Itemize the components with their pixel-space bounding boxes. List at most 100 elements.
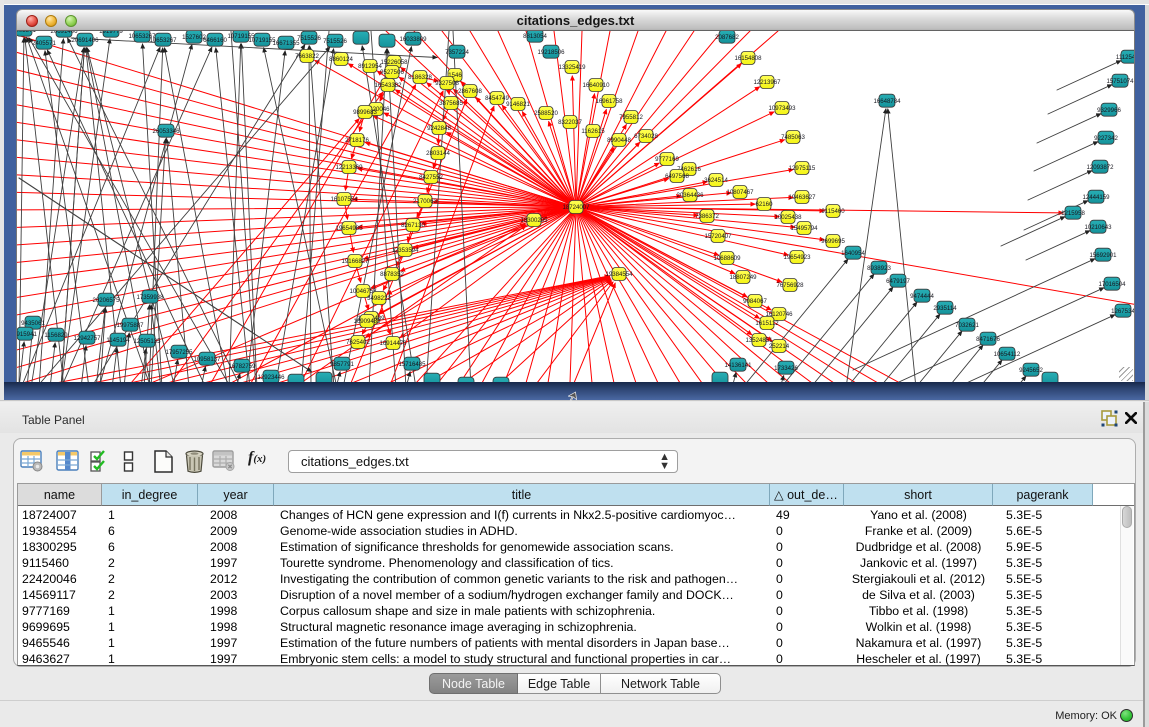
svg-text:9084067: 9084067 bbox=[743, 298, 767, 305]
svg-text:20206575: 20206575 bbox=[92, 297, 120, 304]
svg-text:10025438: 10025438 bbox=[774, 214, 802, 221]
svg-text:7955812: 7955812 bbox=[619, 114, 643, 121]
svg-text:16107554: 16107554 bbox=[330, 196, 358, 203]
svg-text:12505135: 12505135 bbox=[133, 338, 161, 345]
svg-text:19463627: 19463627 bbox=[788, 194, 816, 201]
svg-text:16671355: 16671355 bbox=[272, 40, 300, 47]
svg-text:12942757: 12942757 bbox=[73, 335, 101, 342]
svg-text:13325419: 13325419 bbox=[558, 64, 586, 71]
svg-text:19218506: 19218506 bbox=[537, 49, 565, 56]
svg-text:12093872: 12093872 bbox=[1086, 164, 1114, 171]
svg-text:16154808: 16154808 bbox=[734, 55, 762, 62]
svg-text:9474444: 9474444 bbox=[910, 293, 934, 300]
svg-text:9527506: 9527506 bbox=[380, 69, 404, 76]
svg-text:17016504: 17016504 bbox=[1098, 281, 1126, 288]
svg-text:19384554: 19384554 bbox=[605, 271, 633, 278]
svg-text:15716485: 15716485 bbox=[398, 361, 426, 368]
svg-text:3875685: 3875685 bbox=[439, 100, 463, 107]
svg-text:62160: 62160 bbox=[756, 201, 774, 208]
svg-text:20691406: 20691406 bbox=[50, 31, 78, 35]
svg-text:11125419: 11125419 bbox=[1116, 54, 1135, 61]
svg-text:16914479: 16914479 bbox=[379, 340, 407, 347]
svg-text:3624514: 3624514 bbox=[704, 177, 728, 184]
svg-text:8860124: 8860124 bbox=[329, 56, 353, 63]
svg-text:2405571: 2405571 bbox=[17, 31, 36, 34]
svg-text:19654985: 19654985 bbox=[335, 225, 363, 232]
svg-text:252214: 252214 bbox=[769, 343, 790, 350]
svg-text:6466160: 6466160 bbox=[203, 37, 227, 44]
svg-text:18807249: 18807249 bbox=[729, 274, 757, 281]
svg-text:7357224: 7357224 bbox=[445, 49, 469, 56]
svg-text:12444159: 12444159 bbox=[1082, 194, 1110, 201]
svg-text:9227342: 9227342 bbox=[1094, 135, 1118, 142]
svg-text:8186328: 8186328 bbox=[408, 74, 432, 81]
svg-text:2935114: 2935114 bbox=[933, 305, 957, 312]
svg-text:9245652: 9245652 bbox=[1019, 367, 1043, 374]
svg-text:19166827: 19166827 bbox=[341, 258, 369, 265]
svg-text:7515526: 7515526 bbox=[323, 38, 347, 45]
svg-text:10958137: 10958137 bbox=[193, 356, 221, 363]
svg-text:20364436: 20364436 bbox=[676, 192, 704, 199]
svg-text:8267130: 8267130 bbox=[401, 222, 425, 229]
svg-text:10973493: 10973493 bbox=[768, 105, 796, 112]
svg-text:8322037: 8322037 bbox=[558, 119, 582, 126]
svg-text:1615112: 1615112 bbox=[755, 320, 779, 327]
svg-text:2867608: 2867608 bbox=[458, 88, 482, 95]
svg-text:9115460: 9115460 bbox=[821, 208, 845, 215]
svg-text:76756928: 76756928 bbox=[776, 282, 804, 289]
svg-text:2170063: 2170063 bbox=[413, 198, 437, 205]
svg-text:16543382: 16543382 bbox=[374, 82, 402, 89]
svg-text:17359938: 17359938 bbox=[136, 294, 164, 301]
svg-text:7663822: 7663822 bbox=[295, 53, 319, 60]
svg-text:12923446: 12923446 bbox=[257, 374, 285, 381]
svg-text:1919779: 1919779 bbox=[99, 31, 123, 35]
svg-text:1162615: 1162615 bbox=[581, 128, 605, 135]
svg-text:15692901: 15692901 bbox=[1089, 252, 1117, 259]
svg-text:8471676: 8471676 bbox=[976, 336, 1000, 343]
svg-text:1145194: 1145194 bbox=[106, 337, 130, 344]
svg-text:16033809: 16033809 bbox=[399, 36, 427, 43]
svg-text:1156829: 1156829 bbox=[44, 332, 68, 339]
svg-text:15495794: 15495794 bbox=[790, 225, 818, 232]
svg-text:8813054: 8813054 bbox=[523, 33, 547, 40]
svg-text:19975887: 19975887 bbox=[116, 322, 144, 329]
svg-text:2588520: 2588520 bbox=[534, 110, 558, 117]
svg-text:8912954: 8912954 bbox=[358, 63, 382, 70]
svg-text:9242848: 9242848 bbox=[427, 125, 451, 132]
svg-text:6479197: 6479197 bbox=[886, 278, 910, 285]
svg-text:1640954: 1640954 bbox=[841, 250, 865, 257]
svg-text:10807467: 10807467 bbox=[726, 189, 754, 196]
svg-text:9435061: 9435061 bbox=[21, 320, 45, 327]
svg-text:16909489: 16909489 bbox=[353, 318, 381, 325]
svg-text:20691406: 20691406 bbox=[71, 37, 99, 44]
svg-text:16640910: 16640910 bbox=[582, 82, 610, 89]
svg-text:7485063: 7485063 bbox=[781, 134, 805, 141]
svg-text:3915941: 3915941 bbox=[17, 331, 37, 338]
svg-text:15720407: 15720407 bbox=[704, 233, 732, 240]
svg-text:9146821: 9146821 bbox=[506, 101, 530, 108]
svg-text:19654923: 19654923 bbox=[783, 254, 811, 261]
svg-text:16782759: 16782759 bbox=[228, 363, 256, 370]
svg-text:12975115: 12975115 bbox=[789, 165, 816, 172]
svg-text:7386372: 7386372 bbox=[695, 213, 719, 220]
svg-text:6734028: 6734028 bbox=[634, 133, 658, 140]
svg-text:8990448: 8990448 bbox=[607, 137, 631, 144]
svg-text:7515526: 7515526 bbox=[297, 35, 321, 42]
svg-text:12213369: 12213369 bbox=[335, 164, 363, 171]
svg-text:2803144: 2803144 bbox=[426, 150, 450, 157]
svg-text:8938923: 8938923 bbox=[867, 265, 891, 272]
svg-text:10653267: 10653267 bbox=[149, 37, 177, 44]
svg-text:17957255: 17957255 bbox=[165, 349, 193, 356]
svg-text:1733426: 1733426 bbox=[774, 365, 798, 372]
svg-text:10654112: 10654112 bbox=[994, 351, 1021, 358]
svg-text:12213967: 12213967 bbox=[753, 79, 781, 86]
svg-text:14136141: 14136141 bbox=[724, 362, 752, 369]
svg-text:1267534: 1267534 bbox=[1111, 308, 1135, 315]
svg-text:16648784: 16648784 bbox=[873, 98, 901, 105]
svg-text:8878352: 8878352 bbox=[380, 271, 404, 278]
svg-text:9777169: 9777169 bbox=[655, 156, 679, 163]
svg-text:10210643: 10210643 bbox=[1084, 224, 1112, 231]
svg-text:7032621: 7032621 bbox=[955, 322, 979, 329]
svg-text:3498222: 3498222 bbox=[367, 295, 391, 302]
svg-text:9329966: 9329966 bbox=[1097, 107, 1121, 114]
